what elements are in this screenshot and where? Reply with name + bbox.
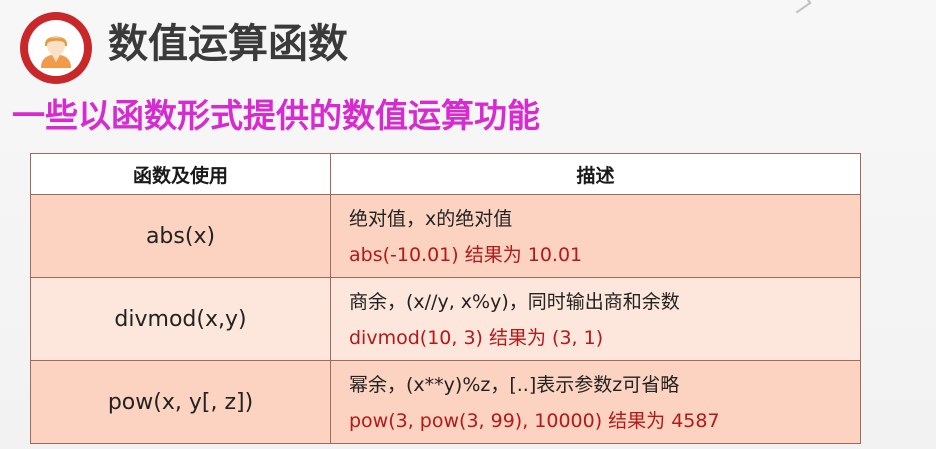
function-cell: abs(x) <box>30 194 331 278</box>
table-row: abs(x) 绝对值，x的绝对值 abs(-10.01) 结果为 10.01 <box>30 194 861 278</box>
table-row: pow(x, y[, z]) 幂余，(x**y)%z，[..]表示参数z可省略 … <box>30 360 861 444</box>
column-header-function: 函数及使用 <box>30 153 331 195</box>
slide: 数值运算函数 一些以函数形式提供的数值运算功能 函数及使用 描述 abs(x) … <box>0 0 936 449</box>
description-text: 幂余，(x**y)%z，[..]表示参数z可省略 <box>349 374 680 396</box>
function-cell: divmod(x,y) <box>30 277 331 361</box>
example-text: divmod(10, 3) 结果为 (3, 1) <box>349 327 604 349</box>
page-title: 数值运算函数 <box>108 21 348 67</box>
table-row: divmod(x,y) 商余，(x//y, x%y)，同时输出商和余数 divm… <box>30 277 861 361</box>
description-text: 商余，(x//y, x%y)，同时输出商和余数 <box>349 291 680 313</box>
description-cell: 商余，(x//y, x%y)，同时输出商和余数 divmod(10, 3) 结果… <box>330 277 861 361</box>
person-avatar-icon <box>20 12 92 84</box>
description-cell: 绝对值，x的绝对值 abs(-10.01) 结果为 10.01 <box>330 194 861 278</box>
column-header-description: 描述 <box>330 153 861 195</box>
description-text: 绝对值，x的绝对值 <box>349 208 513 230</box>
page-subtitle: 一些以函数形式提供的数值运算功能 <box>12 96 540 135</box>
function-cell: pow(x, y[, z]) <box>30 360 331 444</box>
example-text: pow(3, pow(3, 99), 10000) 结果为 4587 <box>349 410 720 432</box>
description-cell: 幂余，(x**y)%z，[..]表示参数z可省略 pow(3, pow(3, 9… <box>330 360 861 444</box>
example-text: abs(-10.01) 结果为 10.01 <box>349 244 583 266</box>
function-table: 函数及使用 描述 abs(x) 绝对值，x的绝对值 abs(-10.01) 结果… <box>30 153 861 444</box>
table-header-row: 函数及使用 描述 <box>30 153 861 195</box>
corner-arrow-icon <box>786 0 812 14</box>
